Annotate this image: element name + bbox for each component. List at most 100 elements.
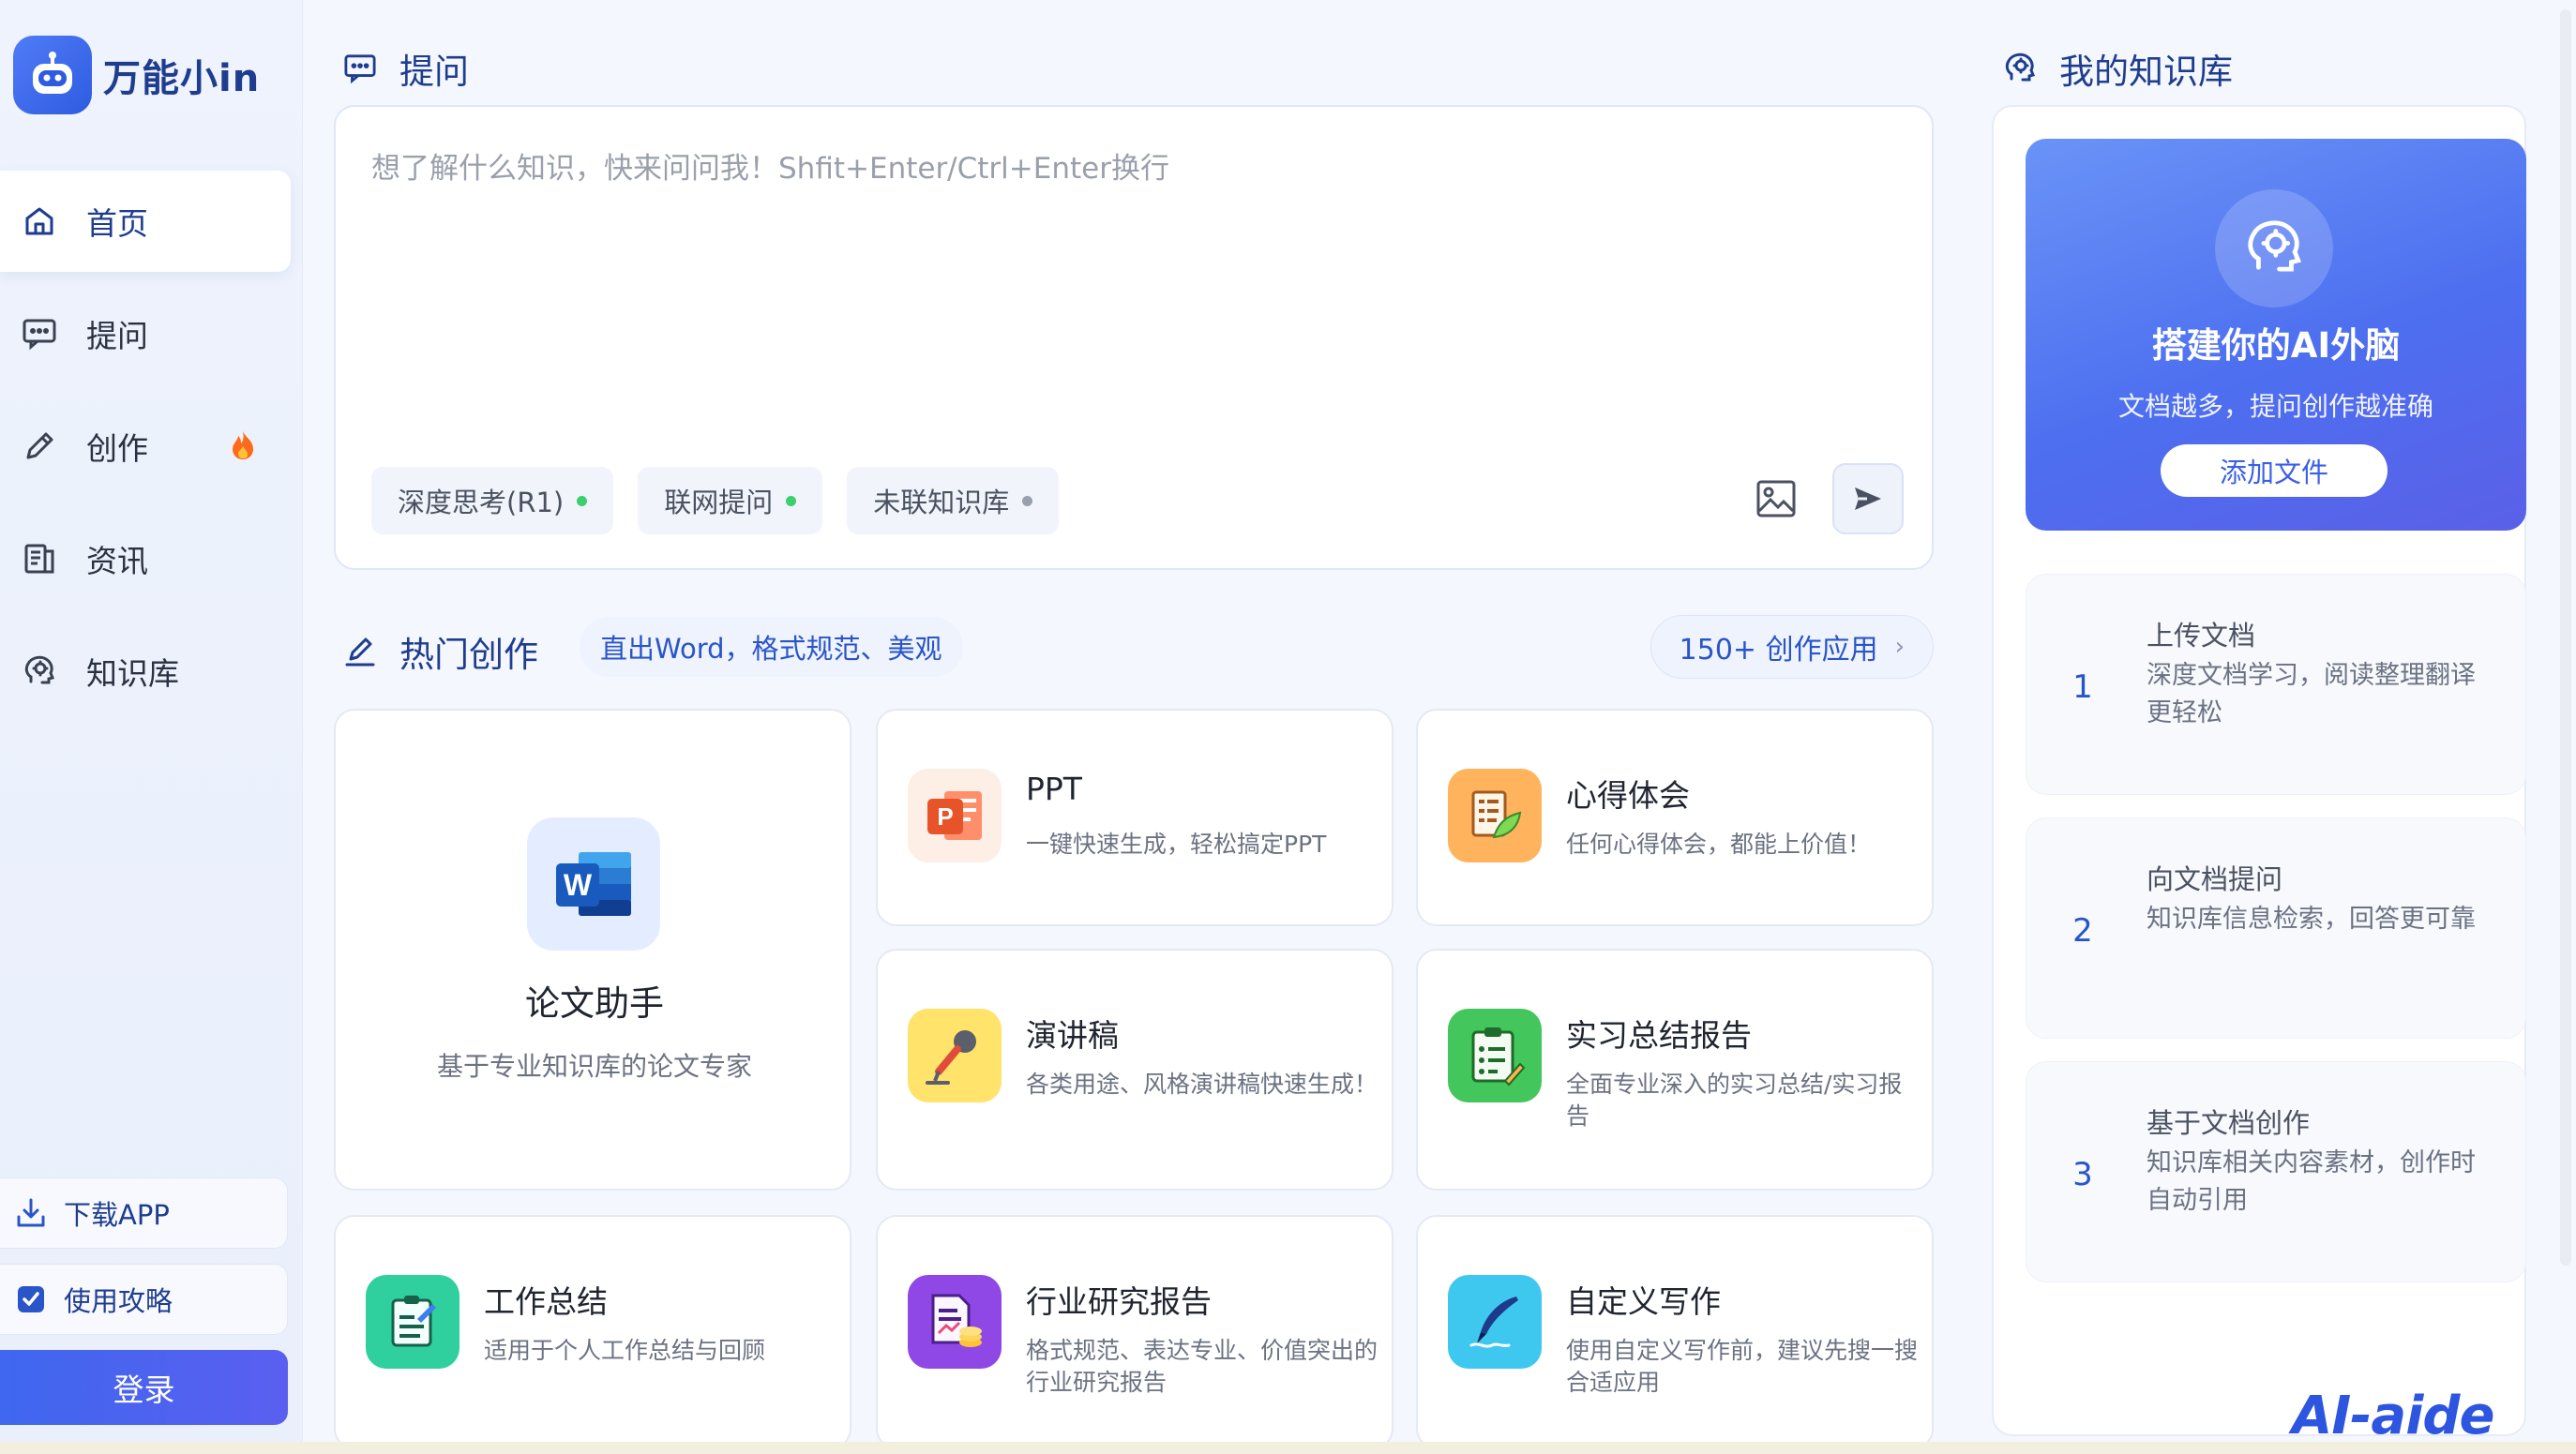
card-internship[interactable]: 实习总结报告 全面专业深入的实习总结/实习报告: [1416, 949, 1934, 1191]
card-reflection[interactable]: 心得体会 任何心得体会，都能上价值！: [1416, 709, 1934, 926]
step-number: 2: [2072, 912, 2093, 950]
ppt-icon: P: [908, 769, 1002, 862]
fire-icon: [229, 429, 257, 461]
card-desc: 使用自定义写作前，建议先搜一搜合适应用: [1566, 1337, 1919, 1396]
featured-desc: 基于专业知识库的论文专家: [436, 1051, 752, 1082]
image-upload-icon[interactable]: [1748, 471, 1804, 527]
brand-name: 万能小in: [103, 57, 261, 100]
hero-title: 搭建你的AI外脑: [2151, 325, 2401, 366]
step-desc: 深度文档学习，阅读整理翻译更轻松: [2147, 661, 2476, 727]
step-number: 3: [2072, 1156, 2093, 1193]
card-title: PPT: [1026, 771, 1082, 807]
send-button[interactable]: [1832, 463, 1904, 534]
question-input[interactable]: [371, 144, 1891, 332]
status-dot: [1022, 495, 1033, 506]
sidebar-item-label: 提问: [86, 318, 148, 354]
card-work-summary[interactable]: 工作总结 适用于个人工作总结与回顾: [334, 1215, 851, 1449]
card-desc: 一键快速生成，轻松搞定PPT: [1026, 831, 1327, 858]
more-apps-button[interactable]: 150+ 创作应用 ›: [1650, 615, 1934, 679]
svg-text:P: P: [937, 802, 953, 831]
step-title: 向文档提问: [2147, 863, 2283, 895]
knowledge-base-toggle[interactable]: 未联知识库: [847, 467, 1060, 534]
step-upload: 1 上传文档 深度文档学习，阅读整理翻译更轻松: [2026, 574, 2526, 795]
guide-link[interactable]: 使用攻略: [0, 1264, 288, 1335]
card-title: 实习总结报告: [1566, 1017, 1752, 1054]
svg-text:W: W: [564, 868, 593, 902]
sidebar-nav: 首页 提问 创作 资讯 知识库: [0, 171, 291, 733]
chip-label: 联网提问: [664, 487, 774, 518]
brain-icon: [2215, 189, 2333, 307]
card-desc: 格式规范、表达专业、价值突出的行业研究报告: [1026, 1337, 1378, 1396]
deep-think-toggle[interactable]: 深度思考(R1): [371, 467, 614, 534]
card-desc: 全面专业深入的实习总结/实习报告: [1566, 1071, 1903, 1130]
login-button[interactable]: 登录: [0, 1350, 288, 1425]
card-desc: 任何心得体会，都能上价值！: [1566, 831, 1872, 858]
card-desc: 各类用途、风格演讲稿快速生成！: [1026, 1071, 1378, 1098]
app-window: 万能小in 首页 提问 创作 资讯 知识库 下载APP 使用攻略 登录 提问 想…: [0, 0, 2576, 1454]
check-book-icon: [13, 1282, 49, 1317]
card-desc: 适用于个人工作总结与回顾: [484, 1337, 766, 1364]
summary-icon: [366, 1275, 459, 1369]
hot-tag: 直出Word，格式规范、美观: [580, 617, 963, 677]
quill-icon: [1448, 1275, 1542, 1369]
brand[interactable]: 万能小in: [13, 36, 260, 114]
pencil-icon: [341, 633, 379, 670]
card-title: 行业研究报告: [1026, 1283, 1212, 1320]
step-desc: 知识库相关内容素材，创作时自动引用: [2147, 1148, 2476, 1215]
step-number: 1: [2072, 668, 2093, 706]
knowledge-panel: 我的知识库 搭建你的AI外脑 文档越多，提问创作越准确 添加文件 1 上传文档 …: [1992, 0, 2526, 1454]
kb-title: 我的知识库: [2059, 52, 2233, 92]
card-industry-report[interactable]: 行业研究报告 格式规范、表达专业、价值突出的行业研究报告: [876, 1215, 1393, 1449]
sidebar-item-create[interactable]: 创作: [0, 396, 291, 497]
hot-section-title: 热门创作: [341, 626, 538, 677]
home-icon: [21, 202, 58, 240]
chat-icon: [21, 315, 58, 352]
status-dot: [786, 495, 797, 506]
ask-options: 深度思考(R1) 联网提问 未联知识库: [371, 467, 1083, 534]
step-desc: 知识库信息检索，回答更可靠: [2147, 905, 2476, 934]
web-search-toggle[interactable]: 联网提问: [638, 467, 823, 534]
kb-section-title: 我的知识库: [2001, 43, 2233, 94]
send-icon: [1855, 487, 1881, 510]
card-custom-writing[interactable]: 自定义写作 使用自定义写作前，建议先搜一搜合适应用: [1416, 1215, 1934, 1449]
step-ask-docs: 2 向文档提问 知识库信息检索，回答更可靠: [2026, 817, 2526, 1039]
card-speech[interactable]: 演讲稿 各类用途、风格演讲稿快速生成！: [876, 949, 1393, 1191]
kb-hero: 搭建你的AI外脑 文档越多，提问创作越准确 添加文件: [2026, 139, 2526, 531]
sidebar-item-ask[interactable]: 提问: [0, 283, 291, 384]
sidebar-item-label: 首页: [86, 205, 148, 242]
ask-box: 深度思考(R1) 联网提问 未联知识库: [334, 105, 1934, 570]
chat-icon: [341, 50, 379, 87]
guide-label: 使用攻略: [64, 1285, 173, 1317]
ask-tools: [1748, 463, 1904, 534]
sidebar: 万能小in 首页 提问 创作 资讯 知识库 下载APP 使用攻略 登录: [0, 0, 303, 1454]
chevron-right-icon: ›: [1894, 633, 1905, 661]
sidebar-item-home[interactable]: 首页: [0, 171, 291, 272]
main-content: 提问 深度思考(R1) 联网提问 未联知识库: [334, 0, 1934, 1454]
kb-card: 搭建你的AI外脑 文档越多，提问创作越准确 添加文件 1 上传文档 深度文档学习…: [1992, 105, 2526, 1436]
bottom-strip: [0, 1442, 2576, 1454]
clipboard-icon: [1448, 1009, 1542, 1102]
robot-icon: [13, 36, 92, 114]
card-title: 工作总结: [484, 1283, 608, 1320]
notes-leaf-icon: [1448, 769, 1542, 862]
scrollbar[interactable]: [2560, 9, 2571, 1266]
microphone-icon: [908, 1009, 1002, 1102]
sidebar-item-knowledge[interactable]: 知识库: [0, 621, 291, 722]
ask-section-title: 提问: [341, 43, 469, 94]
step-create: 3 基于文档创作 知识库相关内容素材，创作时自动引用: [2026, 1061, 2526, 1282]
download-app-link[interactable]: 下载APP: [0, 1177, 288, 1249]
watermark-logo: AI-aide: [2292, 1386, 2494, 1447]
more-apps-label: 150+ 创作应用: [1679, 634, 1878, 667]
news-icon: [21, 540, 58, 577]
sidebar-item-label: 资讯: [86, 543, 148, 579]
featured-card-thesis[interactable]: W 论文助手 基于专业知识库的论文专家: [334, 709, 851, 1191]
status-dot: [577, 495, 588, 506]
step-title: 基于文档创作: [2147, 1107, 2311, 1139]
sidebar-item-news[interactable]: 资讯: [0, 508, 291, 609]
hot-title: 热门创作: [399, 635, 538, 675]
card-ppt[interactable]: P PPT 一键快速生成，轻松搞定PPT: [876, 709, 1393, 926]
hot-header: 热门创作 直出Word，格式规范、美观 150+ 创作应用 ›: [334, 615, 1934, 679]
add-file-button[interactable]: 添加文件: [2161, 444, 2388, 497]
brain-icon: [21, 652, 58, 690]
chip-label: 未联知识库: [873, 487, 1010, 518]
